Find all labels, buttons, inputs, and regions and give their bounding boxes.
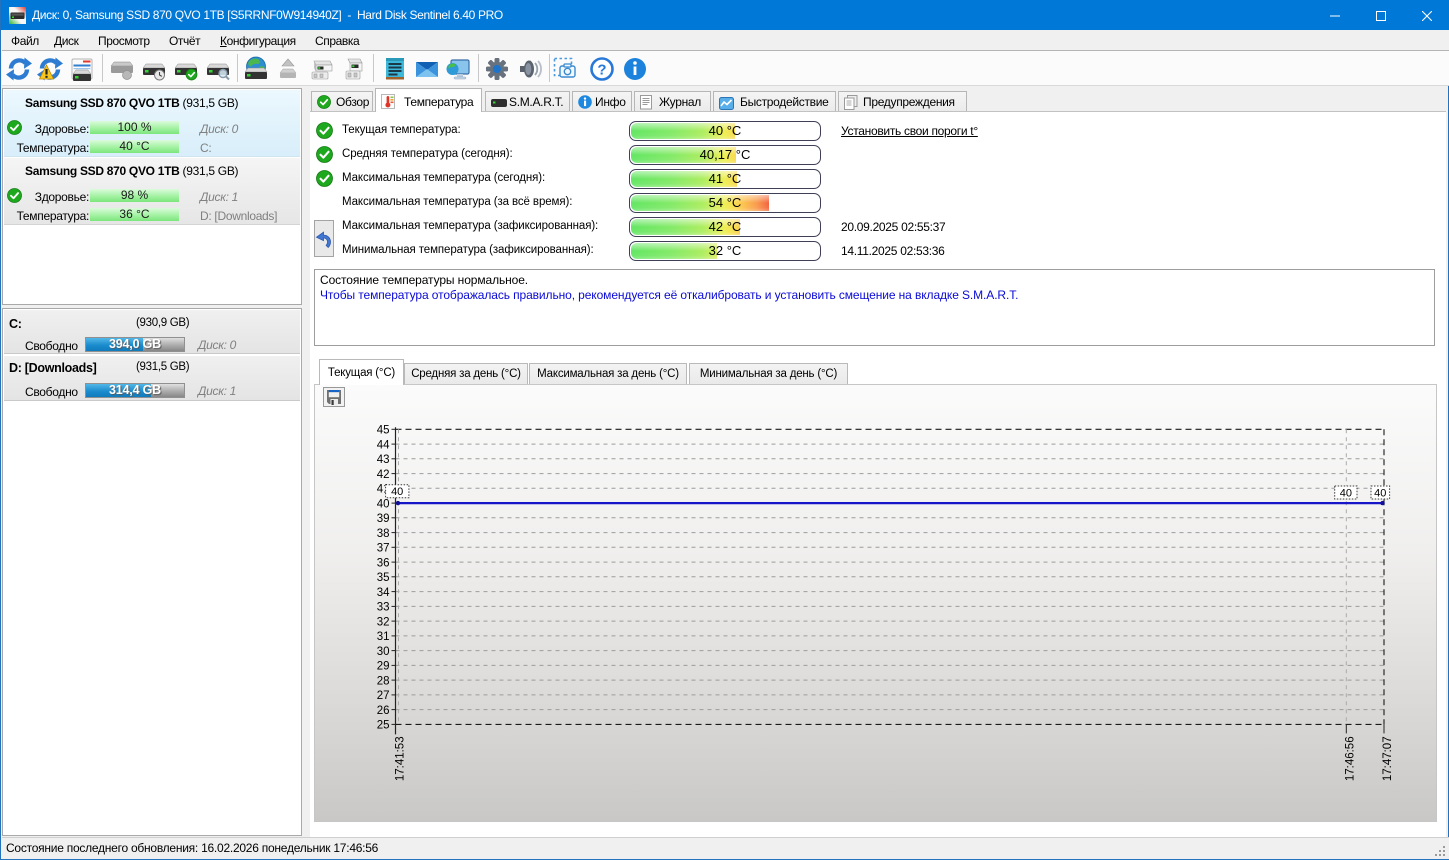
svg-text:30: 30 — [377, 646, 390, 658]
svg-text:40: 40 — [377, 498, 390, 510]
svg-text:17:46:56: 17:46:56 — [1344, 736, 1356, 781]
svg-text:31: 31 — [377, 631, 390, 643]
svg-text:38: 38 — [377, 528, 390, 540]
svg-text:26: 26 — [377, 705, 390, 717]
svg-text:32: 32 — [377, 616, 390, 628]
svg-text:40: 40 — [391, 486, 403, 498]
svg-text:34: 34 — [377, 587, 390, 599]
svg-text:29: 29 — [377, 661, 390, 673]
svg-text:39: 39 — [377, 513, 390, 525]
svg-text:42: 42 — [377, 469, 390, 481]
svg-text:37: 37 — [377, 543, 390, 555]
svg-text:25: 25 — [377, 720, 390, 732]
svg-text:17:47:07: 17:47:07 — [1382, 736, 1394, 781]
svg-text:44: 44 — [377, 439, 390, 451]
svg-text:?: ? — [597, 62, 606, 79]
svg-text:45: 45 — [377, 425, 390, 437]
svg-text:28: 28 — [377, 675, 390, 687]
svg-text:40: 40 — [1340, 488, 1352, 500]
svg-text:35: 35 — [377, 572, 390, 584]
svg-text:43: 43 — [377, 454, 390, 466]
svg-text:17:41:53: 17:41:53 — [395, 736, 407, 781]
svg-text:27: 27 — [377, 690, 390, 702]
svg-text:40: 40 — [1374, 488, 1386, 500]
svg-text:36: 36 — [377, 557, 390, 569]
svg-text:33: 33 — [377, 602, 390, 614]
